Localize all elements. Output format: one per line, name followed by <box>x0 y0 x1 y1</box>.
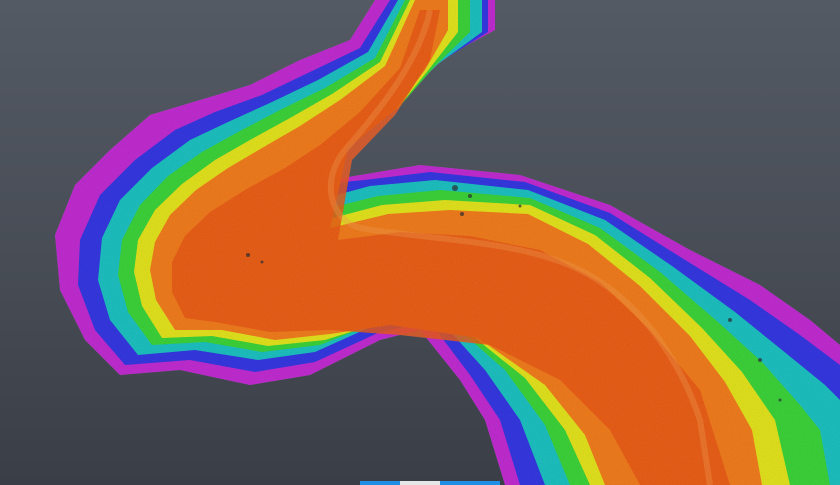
colormap-swatch <box>360 481 400 485</box>
terrain-surface <box>55 0 840 485</box>
colormap-strip <box>360 481 500 485</box>
colormap-swatch <box>400 481 440 485</box>
colormap-swatch <box>440 481 500 485</box>
point-cloud-viewport[interactable] <box>0 0 840 485</box>
elevation-colored-point-cloud <box>55 0 840 485</box>
